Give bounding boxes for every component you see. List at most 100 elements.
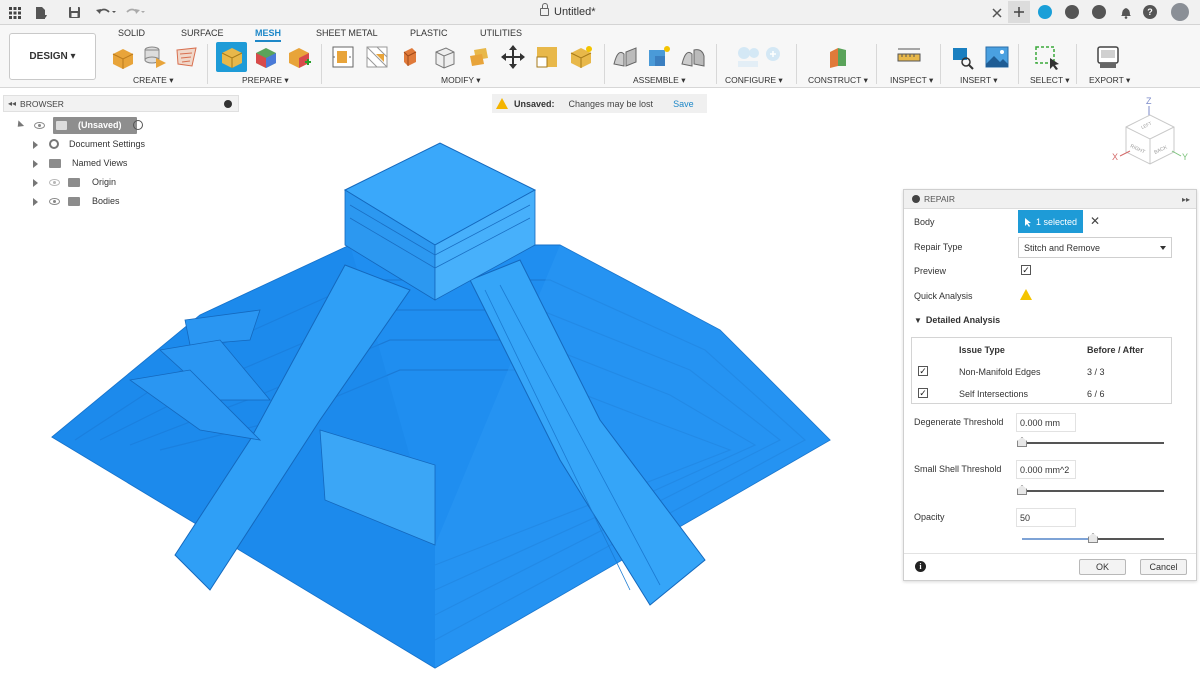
- new-component-tool-icon[interactable]: [612, 44, 638, 70]
- activate-radio-icon[interactable]: [133, 120, 143, 130]
- save-link[interactable]: Save: [673, 99, 694, 109]
- tab-utilities[interactable]: UTILITIES: [480, 28, 522, 38]
- issue-checkbox[interactable]: ✓: [918, 388, 928, 398]
- tab-plastic[interactable]: PLASTIC: [410, 28, 448, 38]
- browser-header[interactable]: ◂◂ BROWSER: [3, 95, 239, 112]
- tab-surface[interactable]: SURFACE: [181, 28, 224, 38]
- tab-sheet-metal[interactable]: SHEET METAL: [316, 28, 378, 38]
- folder-icon: [68, 197, 80, 206]
- notifications-bell-icon[interactable]: [1117, 4, 1134, 21]
- configure-menu[interactable]: CONFIGURE ▾: [725, 75, 783, 86]
- collapse-icon[interactable]: ◂◂: [8, 99, 16, 108]
- quick-analysis-warning-icon[interactable]: [1020, 289, 1032, 300]
- export-tool-icon[interactable]: [1095, 44, 1121, 70]
- browser-pin-icon[interactable]: [224, 100, 232, 108]
- prepare-menu[interactable]: PREPARE ▾: [242, 75, 289, 86]
- degenerate-threshold-slider[interactable]: [1017, 437, 1164, 447]
- plane-cut-tool-icon[interactable]: [330, 44, 356, 70]
- cancel-button[interactable]: Cancel: [1140, 559, 1187, 575]
- inspect-menu[interactable]: INSPECT ▾: [890, 75, 933, 86]
- expand-arrow-icon[interactable]: [33, 179, 38, 187]
- visibility-eye-icon[interactable]: [34, 122, 45, 129]
- slider-thumb[interactable]: [1088, 533, 1098, 543]
- select-menu[interactable]: SELECT ▾: [1030, 75, 1070, 86]
- generate-face-groups-tool-icon[interactable]: [253, 44, 279, 70]
- file-icon[interactable]: ▾: [32, 4, 49, 21]
- workspace-switcher-button[interactable]: DESIGN ▾: [9, 33, 96, 80]
- table-row-issue: Non-Manifold Edges: [959, 367, 1041, 377]
- convert-mesh-tool-icon[interactable]: [568, 44, 594, 70]
- modify-menu[interactable]: MODIFY ▾: [441, 75, 481, 86]
- browser-item-root[interactable]: (Unsaved): [3, 116, 239, 135]
- info-icon[interactable]: i: [915, 561, 926, 572]
- insert-menu[interactable]: INSERT ▾: [960, 75, 998, 86]
- new-tab-icon[interactable]: [1008, 1, 1030, 23]
- joint-tool-icon[interactable]: [646, 44, 672, 70]
- browser-item-document-settings[interactable]: Document Settings: [3, 135, 239, 154]
- hidden-eye-icon[interactable]: [49, 179, 60, 186]
- ok-button[interactable]: OK: [1079, 559, 1126, 575]
- tessellate-tool-icon[interactable]: [174, 44, 200, 70]
- opacity-input[interactable]: 50: [1016, 508, 1076, 527]
- move-tool-icon[interactable]: [500, 44, 526, 70]
- browser-item-bodies[interactable]: Bodies: [3, 192, 239, 211]
- repair-tool-icon[interactable]: [219, 44, 245, 70]
- export-menu[interactable]: EXPORT ▾: [1089, 75, 1130, 86]
- as-built-joint-tool-icon[interactable]: [680, 44, 706, 70]
- measure-tool-icon[interactable]: [896, 44, 922, 70]
- configure-table-tool-icon[interactable]: [760, 44, 786, 70]
- insert-mesh-tool-icon[interactable]: [110, 44, 136, 70]
- slider-thumb[interactable]: [1017, 485, 1027, 495]
- repair-type-select[interactable]: Stitch and Remove: [1018, 237, 1172, 258]
- select-window-tool-icon[interactable]: [1034, 44, 1060, 70]
- offset-plane-tool-icon[interactable]: [825, 44, 851, 70]
- smooth-tool-icon[interactable]: [432, 44, 458, 70]
- issue-checkbox[interactable]: ✓: [918, 366, 928, 376]
- browser-item-origin[interactable]: Origin: [3, 173, 239, 192]
- reduce-tool-icon[interactable]: [364, 44, 390, 70]
- tab-mesh[interactable]: MESH: [255, 28, 282, 42]
- opacity-slider[interactable]: [1022, 533, 1164, 543]
- viewcube[interactable]: Z LEFT RIGHT BACK X Y: [1108, 94, 1192, 170]
- small-shell-threshold-input[interactable]: 0.000 mm^2: [1016, 460, 1076, 479]
- preview-checkbox[interactable]: ✓: [1021, 265, 1031, 275]
- help-icon[interactable]: ?: [1143, 5, 1157, 19]
- expand-arrow-icon[interactable]: [33, 198, 38, 206]
- shell-tool-icon[interactable]: [466, 44, 492, 70]
- expand-arrow-icon[interactable]: [14, 120, 25, 130]
- construct-menu[interactable]: CONSTRUCT ▾: [808, 75, 868, 86]
- redo-icon[interactable]: [124, 4, 148, 21]
- combine-face-groups-tool-icon[interactable]: [286, 44, 312, 70]
- browser-item-named-views[interactable]: Named Views: [3, 154, 239, 173]
- apps-grid-icon[interactable]: [6, 4, 23, 21]
- clear-selection-icon[interactable]: ✕: [1090, 214, 1100, 228]
- configure-tool-icon[interactable]: [735, 44, 761, 70]
- insert-image-tool-icon[interactable]: [984, 44, 1010, 70]
- clock-icon[interactable]: [1092, 5, 1106, 19]
- user-avatar[interactable]: [1171, 3, 1189, 21]
- job-status-icon[interactable]: [1065, 5, 1079, 19]
- tab-solid[interactable]: SOLID: [118, 28, 145, 38]
- extensions-icon[interactable]: [1038, 5, 1052, 19]
- undo-icon[interactable]: [94, 4, 118, 21]
- insert-derive-tool-icon[interactable]: [950, 44, 976, 70]
- expand-dialog-icon[interactable]: ▸▸: [1182, 195, 1190, 204]
- create-face-group-tool-icon[interactable]: [142, 44, 168, 70]
- assemble-menu[interactable]: ASSEMBLE ▾: [633, 75, 685, 86]
- detailed-analysis-toggle[interactable]: ▼ Detailed Analysis: [914, 315, 1000, 325]
- remesh-tool-icon[interactable]: [398, 44, 424, 70]
- body-selection-button[interactable]: 1 selected: [1018, 210, 1083, 233]
- expand-arrow-icon[interactable]: [33, 160, 38, 168]
- create-menu[interactable]: CREATE ▾: [133, 75, 174, 86]
- visibility-eye-icon[interactable]: [49, 198, 60, 205]
- expand-arrow-icon[interactable]: [33, 141, 38, 149]
- mesh-body-viewport[interactable]: [40, 135, 840, 675]
- slider-thumb[interactable]: [1017, 437, 1027, 447]
- save-icon[interactable]: [66, 4, 83, 21]
- degenerate-threshold-input[interactable]: 0.000 mm: [1016, 413, 1076, 432]
- small-shell-threshold-slider[interactable]: [1017, 485, 1164, 495]
- scale-tool-icon[interactable]: [534, 44, 560, 70]
- repair-dialog-header[interactable]: REPAIR ▸▸: [904, 190, 1196, 209]
- close-tab-icon[interactable]: [988, 4, 1005, 21]
- browser-item-label: Named Views: [72, 158, 128, 168]
